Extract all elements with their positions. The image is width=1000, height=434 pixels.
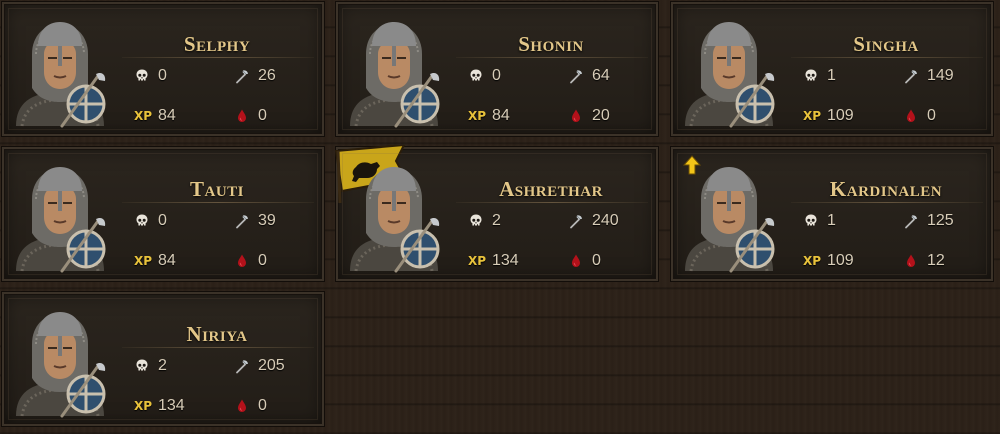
wounds-value: 20 <box>592 107 610 124</box>
skull-icon <box>803 68 819 84</box>
axe-icon <box>234 213 250 229</box>
skull-icon <box>134 358 150 374</box>
axe-icon <box>568 213 584 229</box>
name-divider <box>122 347 314 348</box>
damage-value: 39 <box>258 212 276 229</box>
damage-value: 149 <box>927 67 954 84</box>
xp-value: 134 <box>492 252 519 269</box>
name-divider <box>122 202 314 203</box>
name-divider <box>122 57 314 58</box>
kills-value: 2 <box>492 212 501 229</box>
kills-value: 0 <box>158 67 167 84</box>
unit-card-shonin[interactable]: Shonin 0 64 XP 84 20 <box>336 2 658 136</box>
unit-name: Kardinalen <box>829 177 943 201</box>
blood-drop-icon <box>234 108 250 124</box>
blood-drop-icon <box>903 108 919 124</box>
unit-name: Niriya <box>186 322 248 346</box>
skull-icon <box>134 68 150 84</box>
damage-value: 64 <box>592 67 610 84</box>
xp-value: 84 <box>492 107 510 124</box>
axe-icon <box>568 68 584 84</box>
name-divider <box>456 57 648 58</box>
unit-portrait <box>10 304 110 418</box>
xp-icon: XP <box>803 254 822 268</box>
unit-card-kardinalen[interactable]: Kardinalen 1 125 XP 109 12 <box>671 147 993 281</box>
xp-value: 109 <box>827 252 854 269</box>
axe-icon <box>234 68 250 84</box>
unit-name: Shonin <box>518 32 584 56</box>
unit-card-tauti[interactable]: Tauti 0 39 XP 84 0 <box>2 147 324 281</box>
skull-icon <box>468 213 484 229</box>
unit-name: Selphy <box>183 32 251 56</box>
kills-value: 0 <box>158 212 167 229</box>
unit-card-niriya[interactable]: Niriya 2 205 XP 134 0 <box>2 292 324 426</box>
xp-value: 134 <box>158 397 185 414</box>
damage-value: 26 <box>258 67 276 84</box>
unit-portrait <box>10 159 110 273</box>
unit-name: Ashrethar <box>499 177 603 201</box>
blood-drop-icon <box>234 398 250 414</box>
damage-value: 205 <box>258 357 285 374</box>
xp-icon: XP <box>468 254 487 268</box>
blood-drop-icon <box>568 108 584 124</box>
kills-value: 0 <box>492 67 501 84</box>
name-divider <box>791 202 983 203</box>
wounds-value: 0 <box>258 252 267 269</box>
axe-icon <box>234 358 250 374</box>
name-divider <box>791 57 983 58</box>
damage-value: 240 <box>592 212 619 229</box>
unit-card-singha[interactable]: Singha 1 149 XP 109 0 <box>671 2 993 136</box>
blood-drop-icon <box>568 253 584 269</box>
unit-portrait <box>344 14 444 128</box>
xp-value: 84 <box>158 107 176 124</box>
unit-name: Tauti <box>189 177 244 201</box>
skull-icon <box>468 68 484 84</box>
blood-drop-icon <box>903 253 919 269</box>
unit-portrait <box>344 159 444 273</box>
unit-portrait <box>10 14 110 128</box>
unit-card-selphy[interactable]: Selphy 0 26 XP 84 0 <box>2 2 324 136</box>
unit-portrait <box>679 14 779 128</box>
xp-icon: XP <box>468 109 487 123</box>
unit-portrait <box>679 159 779 273</box>
kills-value: 1 <box>827 67 836 84</box>
wounds-value: 12 <box>927 252 945 269</box>
xp-value: 84 <box>158 252 176 269</box>
wounds-value: 0 <box>592 252 601 269</box>
unit-name: Singha <box>853 32 919 56</box>
wounds-value: 0 <box>258 397 267 414</box>
skull-icon <box>134 213 150 229</box>
xp-icon: XP <box>134 109 153 123</box>
xp-icon: XP <box>134 399 153 413</box>
xp-value: 109 <box>827 107 854 124</box>
unit-card-ashrethar[interactable]: Ashrethar 2 240 XP 134 0 <box>334 145 658 281</box>
wounds-value: 0 <box>927 107 936 124</box>
name-divider <box>456 202 648 203</box>
wounds-value: 0 <box>258 107 267 124</box>
damage-value: 125 <box>927 212 954 229</box>
xp-icon: XP <box>803 109 822 123</box>
skull-icon <box>803 213 819 229</box>
axe-icon <box>903 68 919 84</box>
blood-drop-icon <box>234 253 250 269</box>
xp-icon: XP <box>134 254 153 268</box>
level-up-arrow-icon[interactable] <box>683 155 701 175</box>
axe-icon <box>903 213 919 229</box>
kills-value: 2 <box>158 357 167 374</box>
kills-value: 1 <box>827 212 836 229</box>
